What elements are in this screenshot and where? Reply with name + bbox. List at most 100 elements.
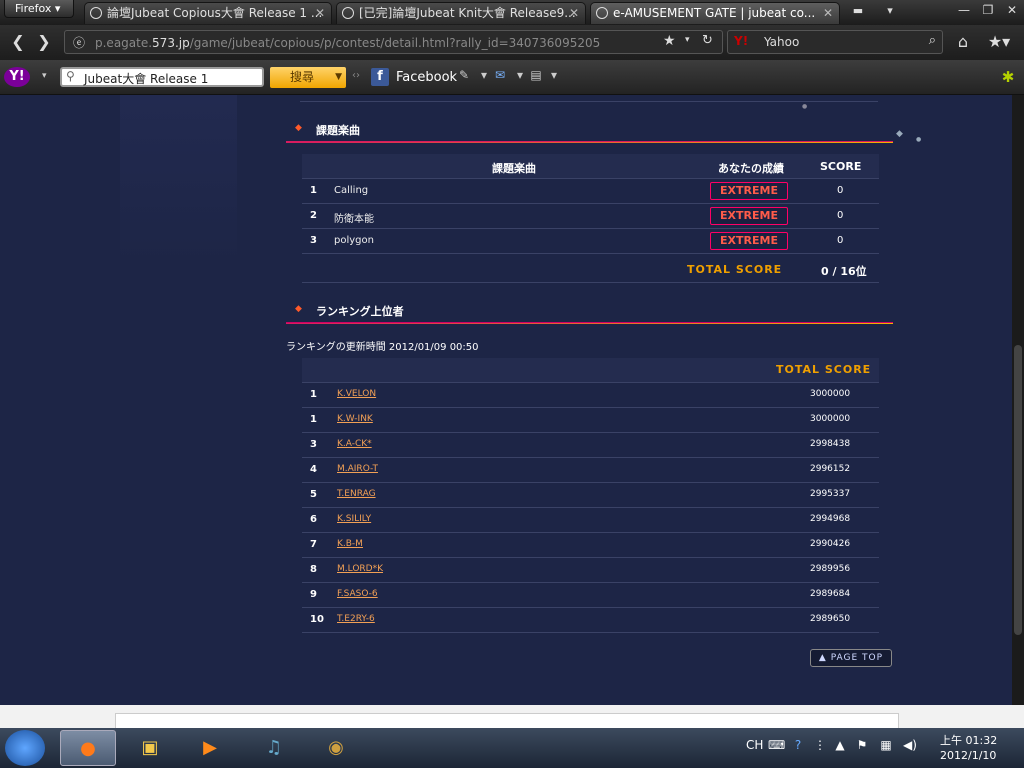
bookmark-star-icon[interactable]: ★ xyxy=(663,33,676,49)
player-total-score: 2989956 xyxy=(810,564,851,574)
volume-icon[interactable]: ◀) xyxy=(902,738,918,756)
facebook-icon[interactable]: f xyxy=(371,68,389,86)
player-name-link[interactable]: T.E2RY-6 xyxy=(337,614,375,624)
help-icon[interactable]: ? xyxy=(790,738,806,756)
close-icon[interactable]: ✕ xyxy=(315,3,325,23)
search-icon[interactable]: ⌕ xyxy=(929,33,936,48)
table-row: 1 K.VELON 3000000 xyxy=(302,383,879,408)
player-total-score: 2996152 xyxy=(810,464,851,474)
firefox-menu-button[interactable]: Firefox ▾ xyxy=(4,0,74,18)
top-divider xyxy=(300,95,878,102)
firefox-taskbar-icon[interactable]: ● xyxy=(60,730,116,766)
ranking-rows: 1 K.VELON 3000000 1 K.W-INK 3000000 3 K.A-CK* 29… xyxy=(302,383,879,633)
restore-icon[interactable]: ❐ xyxy=(978,3,998,19)
news-icon[interactable]: ▤ xyxy=(526,68,546,86)
site-icon xyxy=(90,7,102,19)
show-hidden-icons-icon[interactable]: ▲ xyxy=(832,738,848,756)
taskbar: ● ▣ ▶ ♫ ◉ CH ⌨ ? ⋮ ▲ ⚑ ▦ ◀) 上午 01:32 201… xyxy=(0,728,1024,768)
close-icon[interactable]: ✕ xyxy=(823,3,833,23)
table-row: 6 K.SILILY 2994968 xyxy=(302,508,879,533)
resize-handle-icon[interactable]: ‹› xyxy=(352,70,360,81)
tab-groups-icon[interactable]: ▬ xyxy=(846,4,870,20)
scroll-thumb[interactable] xyxy=(1014,345,1022,635)
clock-date[interactable]: 2012/1/10 xyxy=(940,749,996,762)
player-name-link[interactable]: K.VELON xyxy=(337,389,376,399)
table-row: 2 防衛本能 EXTREME 0 xyxy=(302,204,879,229)
minimize-icon[interactable]: — xyxy=(954,3,974,19)
chevron-down-icon[interactable]: ▼ xyxy=(335,67,342,88)
difficulty-badge: EXTREME xyxy=(710,182,788,200)
song-number: 3 xyxy=(310,235,317,246)
player-name-link[interactable]: T.ENRAG xyxy=(337,489,376,499)
song-score: 0 xyxy=(837,235,844,246)
start-button[interactable] xyxy=(5,730,45,766)
tab-copious[interactable]: 論壇Jubeat Copious大會 Release 1 ... ✕ xyxy=(84,2,332,24)
clock-time[interactable]: 上午 01:32 xyxy=(940,732,997,748)
player-name-link[interactable]: K.A-CK* xyxy=(337,439,372,449)
songs-section-title: 課題楽曲 xyxy=(316,124,360,137)
dropdown-icon[interactable]: ▾ xyxy=(685,35,690,45)
all-tabs-icon[interactable]: ▾ xyxy=(878,4,902,20)
song-title: 防衛本能 xyxy=(334,214,374,225)
yahoo-search-input[interactable]: ⚲ Jubeat大會 Release 1 xyxy=(60,67,264,87)
media-player-taskbar-icon[interactable]: ▶ xyxy=(182,730,238,766)
page-icon: ⓔ xyxy=(73,36,86,50)
back-button[interactable]: ❮ xyxy=(6,31,30,53)
yahoo-toolbar: Y! ▾ ⚲ Jubeat大會 Release 1 搜尋 ▼ ‹› f Face… xyxy=(0,60,1024,95)
page-top-button[interactable]: ▲ PAGE TOP xyxy=(810,649,892,667)
player-name-link[interactable]: K.B-M xyxy=(337,539,363,549)
keyboard-icon[interactable]: ⌨ xyxy=(768,738,785,756)
rank-number: 1 xyxy=(310,414,317,425)
table-row: 1 Calling EXTREME 0 xyxy=(302,179,879,204)
home-icon[interactable]: ⌂ xyxy=(950,31,976,53)
player-total-score: 2989684 xyxy=(810,589,851,599)
total-score-value: 0 / 16位 xyxy=(821,265,867,278)
player-name-link[interactable]: M.LORD*K xyxy=(337,564,383,574)
player-name-link[interactable]: M.AIRO-T xyxy=(337,464,378,474)
facebook-label[interactable]: Facebook xyxy=(396,70,457,85)
sparkle-icon: ● xyxy=(916,136,922,143)
ranking-section-header: ◆ ランキング上位者 xyxy=(286,300,893,324)
navigation-bar: ❮ ❯ ⓔ p.eagate.573.jp/game/jubeat/copiou… xyxy=(0,25,1024,60)
header-result: あなたの成績 xyxy=(718,162,784,175)
table-row: 7 K.B-M 2990426 xyxy=(302,533,879,558)
diamond-bullet-icon: ◆ xyxy=(295,123,302,133)
action-center-flag-icon[interactable]: ⚑ xyxy=(854,738,870,756)
table-row: 9 F.SASO-6 2989684 xyxy=(302,583,879,608)
mail-icon[interactable]: ✉ xyxy=(490,68,510,86)
language-indicator[interactable]: CH xyxy=(746,738,763,752)
rank-number: 4 xyxy=(310,464,317,475)
forward-button[interactable]: ❯ xyxy=(32,31,56,53)
itunes-taskbar-icon[interactable]: ♫ xyxy=(246,730,302,766)
tab-title: 論壇Jubeat Copious大會 Release 1 ... xyxy=(107,6,323,20)
input-options-icon[interactable]: ⋮ xyxy=(812,738,828,756)
close-window-icon[interactable]: ✕ xyxy=(1002,3,1022,19)
songs-table-header: 課題楽曲 あなたの成績 SCORE xyxy=(302,154,879,179)
scrollbar[interactable] xyxy=(1012,95,1024,705)
reload-icon[interactable]: ↻ xyxy=(702,33,713,48)
network-icon[interactable]: ▦ xyxy=(878,738,894,756)
player-name-link[interactable]: K.SILILY xyxy=(337,514,371,524)
difficulty-badge: EXTREME xyxy=(710,232,788,250)
explorer-taskbar-icon[interactable]: ▣ xyxy=(122,730,178,766)
media-disc-taskbar-icon[interactable]: ◉ xyxy=(308,730,364,766)
tab-eamusement[interactable]: e-AMUSEMENT GATE | jubeat co... ✕ xyxy=(590,2,840,24)
yahoo-search-button[interactable]: 搜尋 ▼ xyxy=(270,67,346,88)
search-bar[interactable]: Y! Yahoo ⌕ xyxy=(727,30,943,54)
rank-number: 5 xyxy=(310,489,317,500)
bookmarks-icon[interactable]: ★▾ xyxy=(986,31,1012,53)
table-row: 8 M.LORD*K 2989956 xyxy=(302,558,879,583)
player-name-link[interactable]: F.SASO-6 xyxy=(337,589,378,599)
player-total-score: 2990426 xyxy=(810,539,851,549)
chevron-down-icon[interactable]: ▾ xyxy=(544,68,564,86)
close-icon[interactable]: ✕ xyxy=(569,3,579,23)
player-name-link[interactable]: K.W-INK xyxy=(337,414,373,424)
chevron-down-icon[interactable]: ▾ xyxy=(42,71,47,81)
yahoo-logo-icon[interactable]: Y! xyxy=(4,67,30,87)
player-total-score: 2998438 xyxy=(810,439,851,449)
site-icon xyxy=(596,7,608,19)
tab-knit[interactable]: [已完]論壇Jubeat Knit大會 Release9... ✕ xyxy=(336,2,586,24)
gear-icon[interactable]: ✱ xyxy=(998,68,1018,86)
pencil-icon[interactable]: ✎ xyxy=(454,68,474,86)
url-bar[interactable]: ⓔ p.eagate.573.jp/game/jubeat/copious/p/… xyxy=(64,30,723,54)
